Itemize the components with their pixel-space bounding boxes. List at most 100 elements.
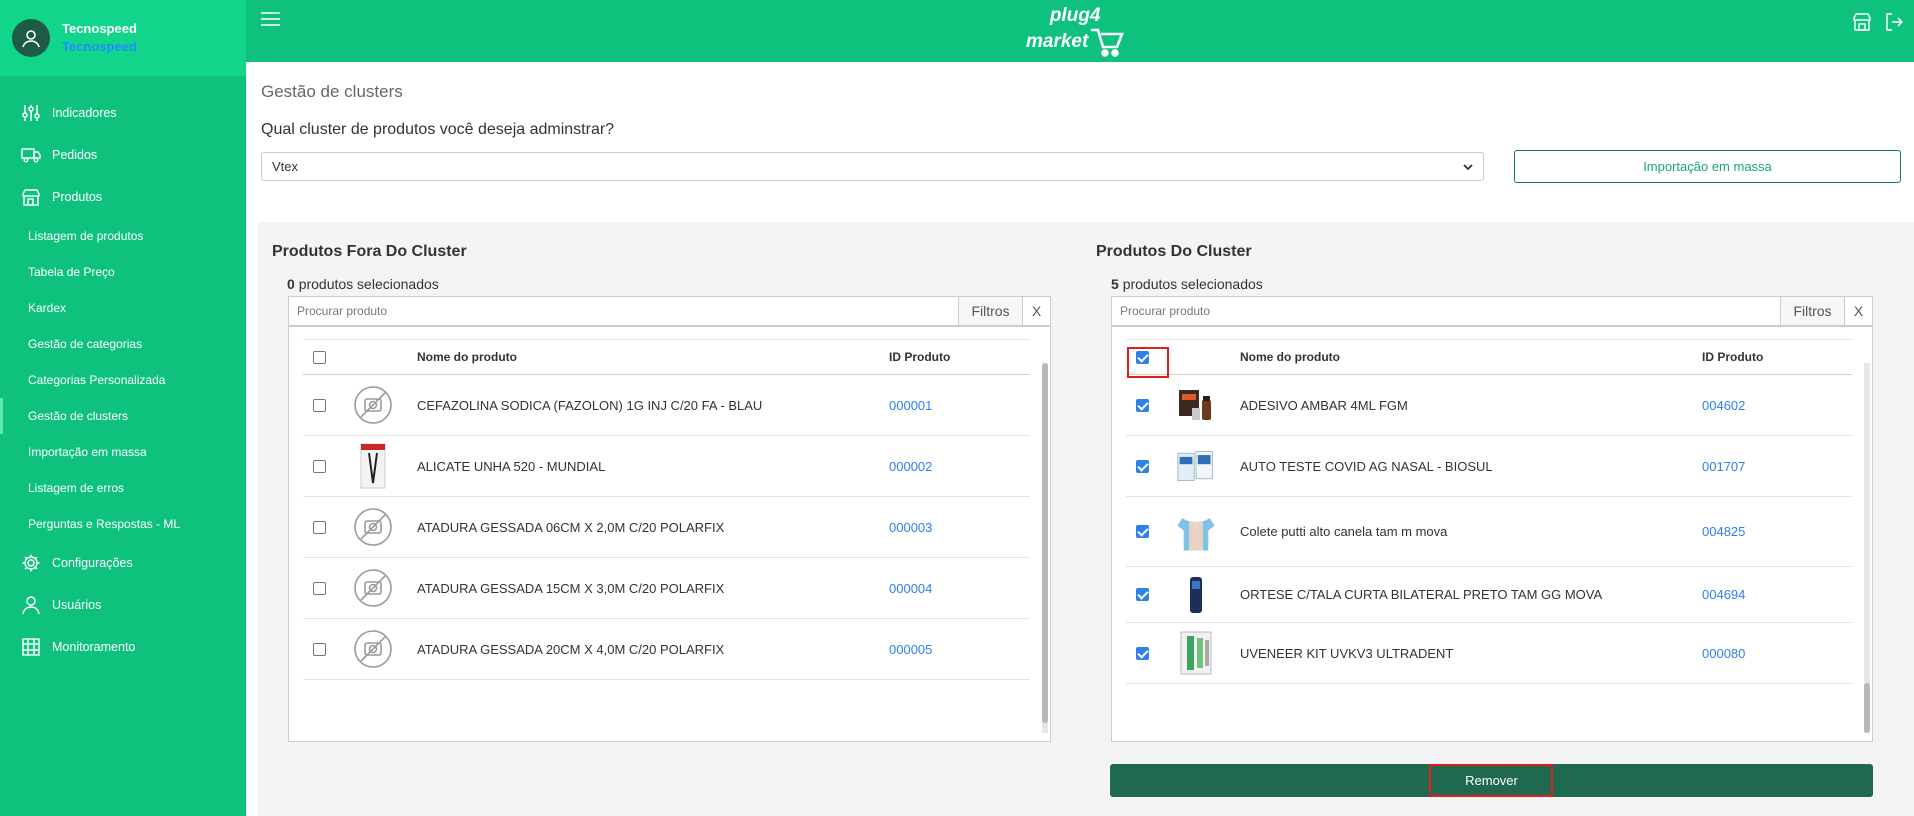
user-company: Tecnospeed xyxy=(62,39,137,54)
product-id-link[interactable]: 000002 xyxy=(889,436,932,496)
chevron-down-icon xyxy=(1461,160,1475,177)
product-id-link[interactable]: 001707 xyxy=(1702,436,1745,496)
product-name: ALICATE UNHA 520 - MUNDIAL xyxy=(417,458,606,474)
table-row[interactable]: ATADURA GESSADA 15CM X 3,0M C/20 POLARFI… xyxy=(303,558,1030,619)
right-search-bar: Procurar produto Filtros X xyxy=(1111,296,1873,326)
sidebar-item-label: Pedidos xyxy=(52,148,98,162)
row-checkbox[interactable] xyxy=(1136,646,1149,660)
table-row[interactable]: ALICATE UNHA 520 - MUNDIAL 000002 xyxy=(303,436,1030,497)
left-filters-button[interactable]: Filtros xyxy=(959,296,1023,326)
sidebar-subitem-label: Tabela de Preço xyxy=(28,265,115,279)
row-checkbox[interactable] xyxy=(1136,398,1149,412)
row-checkbox[interactable] xyxy=(1136,588,1149,601)
table-row[interactable]: ADESIVO AMBAR 4ML FGM 004602 xyxy=(1126,375,1852,436)
sidebar-subitem-categorias-personalizada[interactable]: Categorias Personalizada xyxy=(0,362,246,398)
product-id-link[interactable]: 000001 xyxy=(889,375,932,435)
remove-highlight xyxy=(1429,764,1553,797)
nail-clipper-photo-image xyxy=(353,443,393,489)
table-row[interactable]: ATADURA GESSADA 06CM X 2,0M C/20 POLARFI… xyxy=(303,497,1030,558)
row-checkbox[interactable] xyxy=(313,581,326,595)
sidebar-subitem-label: Importação em massa xyxy=(28,445,147,459)
user-avatar-icon[interactable] xyxy=(12,19,50,57)
sidebar-subitem-tabela-preco[interactable]: Tabela de Preço xyxy=(0,254,246,290)
product-id-link[interactable]: 000005 xyxy=(889,619,932,679)
sidebar-item-label: Configurações xyxy=(52,556,133,570)
hamburger-menu-icon[interactable] xyxy=(260,10,282,28)
sidebar-subitem-label: Gestão de categorias xyxy=(28,337,143,351)
no-image-icon xyxy=(353,567,393,609)
logout-icon[interactable] xyxy=(1884,12,1904,37)
table-row[interactable]: UVENEER KIT UVKV3 ULTRADENT 000080 xyxy=(1126,623,1852,684)
sidebar-subitem-gestao-categorias[interactable]: Gestão de categorias xyxy=(0,326,246,362)
vest-photo-image xyxy=(1176,511,1216,553)
product-name: ATADURA GESSADA 20CM X 4,0M C/20 POLARFI… xyxy=(417,641,725,657)
right-selected-number: 5 xyxy=(1111,276,1119,292)
select-all-highlight xyxy=(1127,347,1169,378)
product-name: Colete putti alto canela tam m mova xyxy=(1240,524,1448,539)
table-row[interactable]: ORTESE C/TALA CURTA BILATERAL PRETO TAM … xyxy=(1126,567,1852,623)
sidebar-item-label: Produtos xyxy=(52,190,103,204)
sidebar-subitem-listagem-erros[interactable]: Listagem de erros xyxy=(0,470,246,506)
product-id-link[interactable]: 000004 xyxy=(889,558,932,618)
row-checkbox[interactable] xyxy=(313,398,326,412)
left-selected-count: 0 produtos selecionados xyxy=(287,276,439,292)
product-id-link[interactable]: 000080 xyxy=(1702,623,1745,683)
table-row[interactable]: Colete putti alto canela tam m mova 00482… xyxy=(1126,497,1852,567)
gear-icon xyxy=(20,552,42,574)
sidebar-subitem-kardex[interactable]: Kardex xyxy=(0,290,246,326)
logo-line2: market xyxy=(1026,30,1089,52)
product-id-link[interactable]: 004694 xyxy=(1702,567,1745,622)
table-row[interactable]: CEFAZOLINA SODICA (FAZOLON) 1G INJ C/20 … xyxy=(303,375,1030,436)
right-selected-count: 5 produtos selecionados xyxy=(1111,276,1263,292)
row-checkbox[interactable] xyxy=(1136,459,1149,473)
product-name: ADESIVO AMBAR 4ML FGM xyxy=(1240,397,1408,413)
table-row[interactable]: AUTO TESTE COVID AG NASAL - BIOSUL 001707 xyxy=(1126,436,1852,497)
right-table-header: Nome do produto ID Produto xyxy=(1126,339,1852,375)
sidebar-item-usuarios[interactable]: Usuários xyxy=(0,584,246,626)
row-checkbox[interactable] xyxy=(313,520,326,534)
cart-icon xyxy=(1091,28,1125,57)
right-scrollbar[interactable] xyxy=(1864,363,1870,733)
row-checkbox[interactable] xyxy=(1136,525,1149,538)
left-panel-title: Produtos Fora Do Cluster xyxy=(272,243,467,260)
sidebar-subitem-label: Listagem de produtos xyxy=(28,229,144,243)
orthosis-photo-image xyxy=(1176,574,1216,616)
product-id-link[interactable]: 004825 xyxy=(1702,497,1745,566)
right-search-input[interactable]: Procurar produto xyxy=(1111,296,1781,326)
sidebar-item-label: Indicadores xyxy=(52,106,117,120)
left-search-input[interactable]: Procurar produto xyxy=(288,296,959,326)
sidebar-subitem-importacao-massa[interactable]: Importação em massa xyxy=(0,434,246,470)
building-icon xyxy=(20,636,42,658)
left-clear-button[interactable]: X xyxy=(1023,296,1051,326)
product-id-link[interactable]: 000003 xyxy=(889,497,932,557)
right-filters-button[interactable]: Filtros xyxy=(1781,296,1845,326)
sidebar-subitem-perguntas-respostas[interactable]: Perguntas e Respostas - ML xyxy=(0,506,246,542)
sidebar-item-pedidos[interactable]: Pedidos xyxy=(0,134,246,176)
left-select-all-checkbox[interactable] xyxy=(313,350,326,364)
product-id-link[interactable]: 004602 xyxy=(1702,375,1745,435)
sidebar-item-indicadores[interactable]: Indicadores xyxy=(0,92,246,134)
topbar: plug4 market xyxy=(246,0,1914,62)
store-icon xyxy=(20,186,42,208)
left-search-bar: Procurar produto Filtros X xyxy=(288,296,1051,326)
sidebar-subitem-gestao-clusters[interactable]: Gestão de clusters xyxy=(0,398,246,434)
no-image-icon xyxy=(353,384,393,426)
row-checkbox[interactable] xyxy=(313,459,326,473)
left-col-name: Nome do produto xyxy=(417,350,517,364)
sidebar-item-produtos[interactable]: Produtos xyxy=(0,176,246,218)
user-header: Tecnospeed Tecnospeed xyxy=(0,0,246,76)
sidebar-item-monitoramento[interactable]: Monitoramento xyxy=(0,626,246,668)
store-switch-icon[interactable] xyxy=(1852,12,1872,37)
sidebar-subitem-label: Kardex xyxy=(28,301,67,315)
cluster-select[interactable]: Vtex xyxy=(261,152,1484,181)
product-name: ORTESE C/TALA CURTA BILATERAL PRETO TAM … xyxy=(1240,587,1603,602)
right-clear-button[interactable]: X xyxy=(1845,296,1873,326)
table-row[interactable]: ATADURA GESSADA 20CM X 4,0M C/20 POLARFI… xyxy=(303,619,1030,680)
sidebar-subitem-listagem-produtos[interactable]: Listagem de produtos xyxy=(0,218,246,254)
right-col-name: Nome do produto xyxy=(1240,350,1340,364)
covid-test-photo-image xyxy=(1176,445,1216,487)
left-scrollbar[interactable] xyxy=(1042,363,1048,733)
mass-import-button[interactable]: Importação em massa xyxy=(1514,150,1901,183)
row-checkbox[interactable] xyxy=(313,642,326,656)
sidebar-item-configuracoes[interactable]: Configurações xyxy=(0,542,246,584)
